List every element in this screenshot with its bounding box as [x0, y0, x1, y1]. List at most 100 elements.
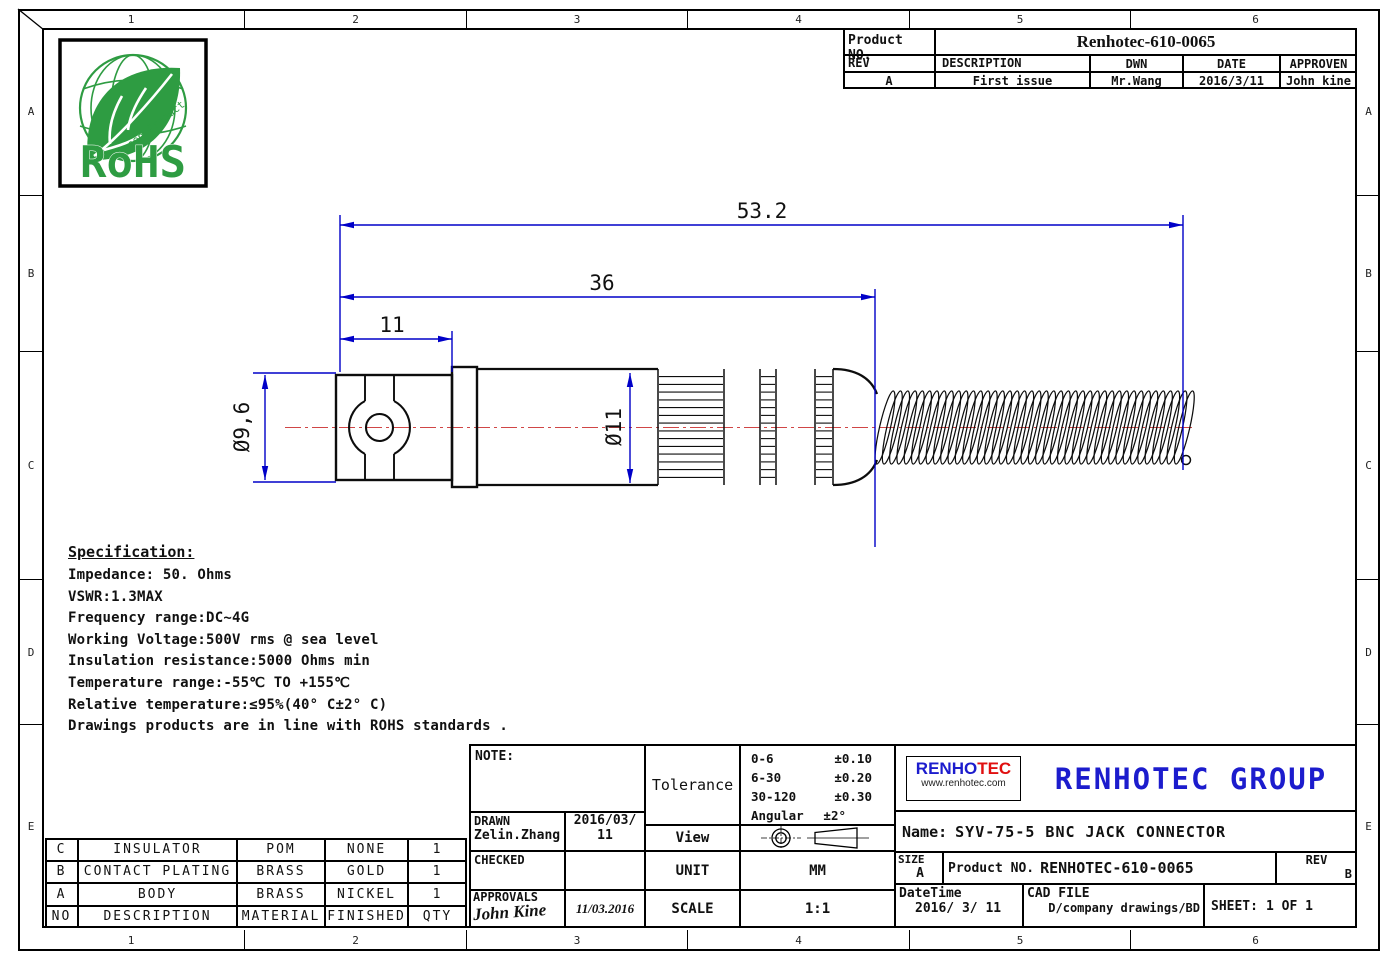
rev-label: REV — [1277, 853, 1356, 867]
product-no-value: RENHOTEC-610-0065 — [1040, 859, 1194, 877]
logo-text-red: TEC — [977, 759, 1011, 778]
dim-front-diameter-label: Ø9,6 — [230, 402, 254, 453]
tolerance-range: 0-6 — [751, 751, 774, 766]
rev-cell: John kine — [1280, 72, 1357, 89]
rohs-logo: Green Product RoHS — [58, 38, 208, 188]
parts-cell: BODY — [78, 883, 237, 906]
spec-line: Insulation resistance:5000 Ohms min — [68, 653, 508, 675]
parts-cell: NICKEL — [325, 883, 408, 906]
product-no-cell: Product NO. RENHOTEC-610-0065 — [943, 852, 1276, 884]
rev-cell: 2016/3/11 — [1183, 72, 1280, 89]
parts-cell: A — [45, 883, 78, 906]
title-block: NOTE: DRAWN Zelin.Zhang 2016/03/ 11 CHEC… — [470, 745, 1357, 928]
note-cell: NOTE: — [470, 745, 645, 812]
tolerance-range: 6-30 — [751, 770, 781, 785]
tolerance-values-cell: 0-6±0.10 6-30±0.20 30-120±0.30 Angular±2… — [740, 745, 895, 825]
drawn-label: DRAWN — [474, 814, 564, 828]
drawn-date-cell: 2016/03/ 11 — [565, 812, 645, 851]
rev-col-header: DWN — [1090, 55, 1183, 72]
scale-value-cell: 1:1 — [740, 890, 895, 928]
view-symbol-cell — [740, 825, 895, 851]
product-no-label: Product NO. — [948, 861, 1034, 876]
dim-body-length-label: 36 — [589, 271, 614, 295]
parts-cell: DESCRIPTION — [78, 906, 237, 929]
parts-cell: INSULATOR — [78, 838, 237, 861]
name-label: Name: — [902, 823, 947, 841]
spec-line: Temperature range:-55℃ TO +155℃ — [68, 675, 508, 697]
rev-table: Product NO. Renhotec-610-0065 REV DESCRI… — [843, 28, 1357, 89]
dim-overall-length-label: 53.2 — [737, 199, 788, 223]
parts-cell: GOLD — [325, 861, 408, 884]
tolerance-value: ±0.30 — [834, 789, 872, 804]
size-value: A — [898, 866, 942, 881]
parts-table: C INSULATOR POM NONE 1 B CONTACT PLATING… — [45, 838, 467, 928]
approvals-cell: APPROVALS John Kine — [470, 890, 565, 928]
specification-block: Specification: Impedance: 50. Ohms VSWR:… — [68, 543, 508, 740]
rev-cell: Mr.Wang — [1090, 72, 1183, 89]
rev-col-header: DESCRIPTION — [935, 55, 1090, 72]
approvals-date-cell: 11/03.2016 — [565, 890, 645, 928]
parts-cell: POM — [237, 838, 325, 861]
sheet-cell: SHEET: 1 OF 1 — [1204, 884, 1357, 928]
tolerance-value: ±0.10 — [834, 751, 872, 766]
parts-cell: BRASS — [237, 883, 325, 906]
drawn-cell: DRAWN Zelin.Zhang — [470, 812, 565, 851]
cad-file-value: D/company drawings/BD — [1027, 901, 1203, 915]
spec-line: Working Voltage:500V rms @ sea level — [68, 632, 508, 654]
drawn-date-line1: 2016/03/ — [566, 813, 644, 828]
sheet-value: 1 OF 1 — [1266, 899, 1313, 914]
rev-product-value: Renhotec-610-0065 — [935, 28, 1357, 55]
spec-line: Frequency range:DC~4G — [68, 610, 508, 632]
view-label-cell: View — [645, 825, 740, 851]
parts-cell: B — [45, 861, 78, 884]
unit-value-cell: MM — [740, 851, 895, 890]
parts-cell: NONE — [325, 838, 408, 861]
logo-url: www.renhotec.com — [907, 778, 1020, 789]
parts-cell: MATERIAL — [237, 906, 325, 929]
drawn-name: Zelin.Zhang — [474, 828, 564, 843]
parts-cell: FINISHED — [325, 906, 408, 929]
rev-col-header: APPROVEN — [1280, 55, 1357, 72]
company-header-cell: RENHOTEC www.renhotec.com RENHOTEC GROUP — [895, 745, 1357, 811]
datetime-label: DateTime — [899, 886, 1022, 901]
sheet-label: SHEET: — [1211, 899, 1258, 914]
checked-cell: CHECKED — [470, 851, 565, 890]
parts-cell: 1 — [408, 861, 467, 884]
parts-cell: QTY — [408, 906, 467, 929]
drawn-date-line2: 11 — [566, 828, 644, 843]
parts-cell: 1 — [408, 838, 467, 861]
cad-file-cell: CAD FILE D/company drawings/BD — [1023, 884, 1204, 928]
spec-line: VSWR:1.3MAX — [68, 589, 508, 611]
cad-file-label: CAD FILE — [1027, 886, 1203, 901]
tolerance-range: 30-120 — [751, 789, 796, 804]
name-value: SYV-75-5 BNC JACK CONNECTOR — [955, 823, 1226, 841]
rev-col-header: DATE — [1183, 55, 1280, 72]
rev-cell: A — [843, 72, 935, 89]
rev-cell-block: REV B — [1276, 852, 1357, 884]
rev-value: B — [1277, 867, 1356, 881]
scale-label-cell: SCALE — [645, 890, 740, 928]
spec-line: Relative temperature:≤95%(40° C±2° C) — [68, 697, 508, 719]
company-name: RENHOTEC GROUP — [1031, 746, 1351, 812]
logo-text-blue: RENHO — [916, 759, 977, 778]
size-label: SIZE — [898, 853, 942, 866]
rev-product-label: Product NO. — [843, 28, 935, 55]
dimension-lines — [253, 215, 1183, 547]
rohs-brand-text: RoHS — [80, 137, 186, 188]
size-cell: SIZE A — [895, 852, 943, 884]
renhotec-logo: RENHOTEC www.renhotec.com — [906, 756, 1021, 801]
rev-cell: First issue — [935, 72, 1090, 89]
datetime-value: 2016/ 3/ 11 — [899, 901, 1022, 916]
parts-cell: C — [45, 838, 78, 861]
tolerance-label-cell: Tolerance — [645, 745, 740, 825]
parts-cell: 1 — [408, 883, 467, 906]
spec-line: Drawings products are in line with ROHS … — [68, 718, 508, 740]
parts-cell: BRASS — [237, 861, 325, 884]
datetime-cell: DateTime 2016/ 3/ 11 — [895, 884, 1023, 928]
checked-date-cell — [565, 851, 645, 890]
spec-title: Specification: — [68, 543, 508, 561]
projection-symbol — [743, 825, 893, 851]
parts-cell: CONTACT PLATING — [78, 861, 237, 884]
tolerance-value: ±2° — [823, 808, 846, 823]
spec-line: Impedance: 50. Ohms — [68, 567, 508, 589]
